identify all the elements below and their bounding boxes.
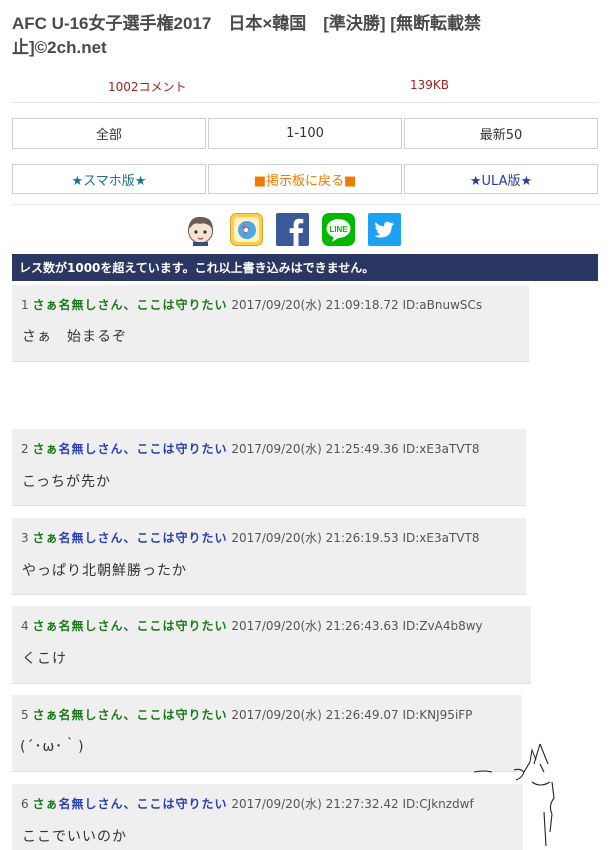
comment-count: 1002コメント — [108, 80, 187, 94]
back-to-board-button[interactable]: ■掲示板に戻る■ — [208, 164, 402, 194]
poster-name: さぁ名無しさん、ここは守りたい — [32, 531, 228, 545]
post-5: 5 さぁ名無しさん、ここは守りたい 2017/09/20(水) 21:26:49… — [12, 695, 522, 772]
post-body: さぁ 始まるぞ — [22, 329, 127, 345]
app-icon[interactable] — [230, 213, 263, 246]
ula-version-button[interactable]: ★ULA版★ — [404, 164, 598, 194]
post-body: (´･ω･｀) — [20, 739, 85, 755]
thread-title: AFC U-16女子選手権2017 日本×韓国 [準決勝] [無断転載禁止]©2… — [12, 14, 481, 57]
post-limit-notice: レス数が1000を超えています。これ以上書き込みはできません。 — [12, 254, 598, 281]
thread-meta: 1002コメント 139KB — [12, 76, 598, 103]
poster-name: さぁ名無しさん、ここは守りたい — [32, 708, 228, 722]
show-1-100-button[interactable]: 1-100 — [208, 118, 402, 149]
show-latest-50-button[interactable]: 最新50 — [404, 118, 598, 149]
post-date: 2017/09/20(水) 21:25:49.36 ID:xE3aTVT8 — [231, 442, 480, 456]
post-4: 4 さぁ名無しさん、ここは守りたい 2017/09/20(水) 21:26:43… — [12, 606, 531, 684]
post-date: 2017/09/20(水) 21:26:43.63 ID:ZvA4b8wy — [231, 619, 483, 633]
twitter-icon[interactable] — [368, 213, 401, 246]
post-body: くこけ — [22, 651, 67, 667]
line-icon[interactable]: LINE — [322, 213, 355, 246]
ascii-art-overlay — [470, 742, 560, 850]
character-icon[interactable] — [184, 213, 217, 246]
post-6: 6 さぁ名無しさん、ここは守りたい 2017/09/20(水) 21:27:32… — [12, 784, 523, 850]
poster-name: さぁ名無しさん、ここは守りたい — [32, 797, 228, 811]
post-number[interactable]: 5 — [21, 708, 29, 722]
version-nav: ★スマホ版★ ■掲示板に戻る■ ★ULA版★ — [12, 164, 598, 194]
post-1: 1 さぁ名無しさん、ここは守りたい 2017/09/20(水) 21:09:18… — [12, 285, 529, 362]
post-header: 1 さぁ名無しさん、ここは守りたい 2017/09/20(水) 21:09:18… — [21, 296, 482, 313]
post-header: 6 さぁ名無しさん、ここは守りたい 2017/09/20(水) 21:27:32… — [21, 795, 474, 812]
line-icon-label: LINE — [329, 225, 348, 234]
post-date: 2017/09/20(水) 21:09:18.72 ID:aBnuwSCs — [231, 298, 483, 312]
post-header: 4 さぁ名無しさん、ここは守りたい 2017/09/20(水) 21:26:43… — [21, 617, 483, 634]
poster-name: さぁ名無しさん、ここは守りたい — [32, 442, 228, 456]
share-bar: LINE — [184, 213, 401, 246]
post-body: ここでいいのか — [22, 829, 127, 845]
post-date: 2017/09/20(水) 21:26:19.53 ID:xE3aTVT8 — [231, 531, 480, 545]
poster-name: さぁ名無しさん、ここは守りたい — [32, 298, 228, 312]
thread-size: 139KB — [410, 78, 450, 92]
post-3: 3 さぁ名無しさん、ここは守りたい 2017/09/20(水) 21:26:19… — [12, 518, 526, 595]
post-date: 2017/09/20(水) 21:26:49.07 ID:KNJ95iFP — [231, 708, 473, 722]
post-number[interactable]: 4 — [21, 619, 29, 633]
post-header: 3 さぁ名無しさん、ここは守りたい 2017/09/20(水) 21:26:19… — [21, 529, 479, 546]
post-number[interactable]: 1 — [21, 298, 29, 312]
post-number[interactable]: 2 — [21, 442, 29, 456]
range-nav: 全部 1-100 最新50 — [12, 118, 598, 149]
divider — [12, 204, 598, 205]
post-header: 2 さぁ名無しさん、ここは守りたい 2017/09/20(水) 21:25:49… — [21, 440, 479, 457]
facebook-icon[interactable] — [276, 213, 309, 246]
post-2: 2 さぁ名無しさん、ここは守りたい 2017/09/20(水) 21:25:49… — [12, 429, 526, 506]
poster-name: さぁ名無しさん、ここは守りたい — [32, 619, 228, 633]
post-body: やっぱり北朝鮮勝ったか — [22, 563, 187, 579]
smartphone-version-button[interactable]: ★スマホ版★ — [12, 164, 206, 194]
show-all-button[interactable]: 全部 — [12, 118, 206, 149]
post-number[interactable]: 6 — [21, 797, 29, 811]
post-date: 2017/09/20(水) 21:27:32.42 ID:CJknzdwf — [231, 797, 474, 811]
post-number[interactable]: 3 — [21, 531, 29, 545]
post-header: 5 さぁ名無しさん、ここは守りたい 2017/09/20(水) 21:26:49… — [21, 706, 472, 723]
post-body: こっちが先か — [22, 474, 112, 490]
